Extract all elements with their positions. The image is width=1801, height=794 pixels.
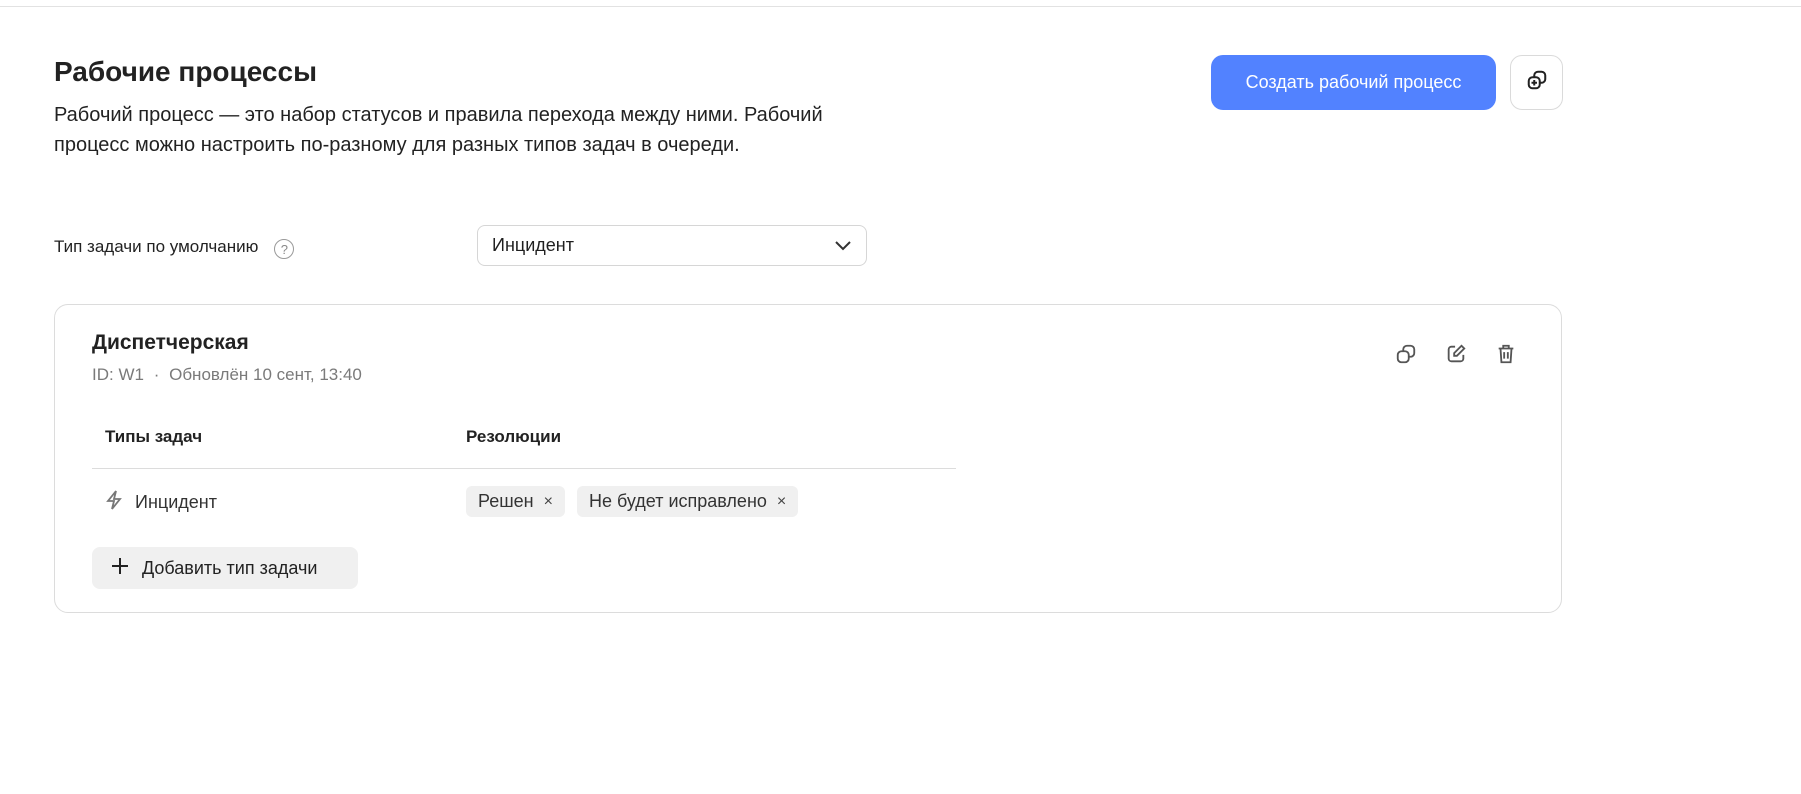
resolution-chip: Не будет исправлено × bbox=[576, 486, 799, 517]
workflow-meta: ID: W1 · Обновлён 10 сент, 13:40 bbox=[92, 365, 362, 385]
resolution-label: Решен bbox=[478, 491, 534, 511]
edit-icon[interactable] bbox=[1445, 343, 1467, 365]
workflow-updated: Обновлён 10 сент, 13:40 bbox=[169, 365, 362, 384]
create-workflow-button[interactable]: Создать рабочий процесс bbox=[1211, 55, 1496, 110]
default-type-label: Тип задачи по умолчанию bbox=[54, 237, 259, 256]
page-description: Рабочий процесс — это набор статусов и п… bbox=[54, 104, 823, 156]
table-row: Инцидент bbox=[105, 490, 217, 515]
remove-icon[interactable]: × bbox=[777, 493, 786, 511]
copy-workflow-button[interactable] bbox=[1510, 55, 1563, 110]
column-header-types: Типы задач bbox=[105, 427, 203, 446]
remove-icon[interactable]: × bbox=[544, 493, 553, 511]
resolution-chips: Решен × Не будет исправлено × bbox=[466, 486, 799, 517]
top-divider bbox=[0, 6, 1801, 7]
column-header-resolutions: Резолюции bbox=[466, 427, 562, 446]
workflow-card: Диспетчерская ID: W1 · Обновлён 10 сент,… bbox=[54, 304, 1562, 613]
table-divider bbox=[92, 468, 956, 469]
trash-icon[interactable] bbox=[1495, 343, 1517, 365]
page-title: Рабочие процессы bbox=[54, 56, 317, 87]
copy-icon[interactable] bbox=[1395, 343, 1417, 365]
resolution-chip: Решен × bbox=[466, 486, 565, 517]
resolution-label: Не будет исправлено bbox=[588, 491, 767, 511]
default-type-select[interactable]: Инцидент bbox=[477, 225, 867, 266]
chevron-down-icon bbox=[834, 235, 852, 256]
add-task-type-button[interactable]: Добавить тип задачи bbox=[92, 547, 358, 589]
lightning-icon bbox=[105, 490, 123, 515]
default-type-value: Инцидент bbox=[492, 235, 574, 255]
task-type-name: Инцидент bbox=[135, 492, 217, 512]
copy-plus-icon bbox=[1526, 69, 1548, 96]
help-icon[interactable]: ? bbox=[274, 239, 295, 259]
workflow-name: Диспетчерская bbox=[92, 331, 249, 354]
plus-icon bbox=[110, 556, 130, 581]
workflow-id: ID: W1 bbox=[92, 365, 144, 384]
default-type-label-row: Тип задачи по умолчанию ? bbox=[54, 235, 295, 259]
add-task-type-label: Добавить тип задачи bbox=[142, 557, 318, 578]
meta-separator: · bbox=[153, 365, 160, 384]
